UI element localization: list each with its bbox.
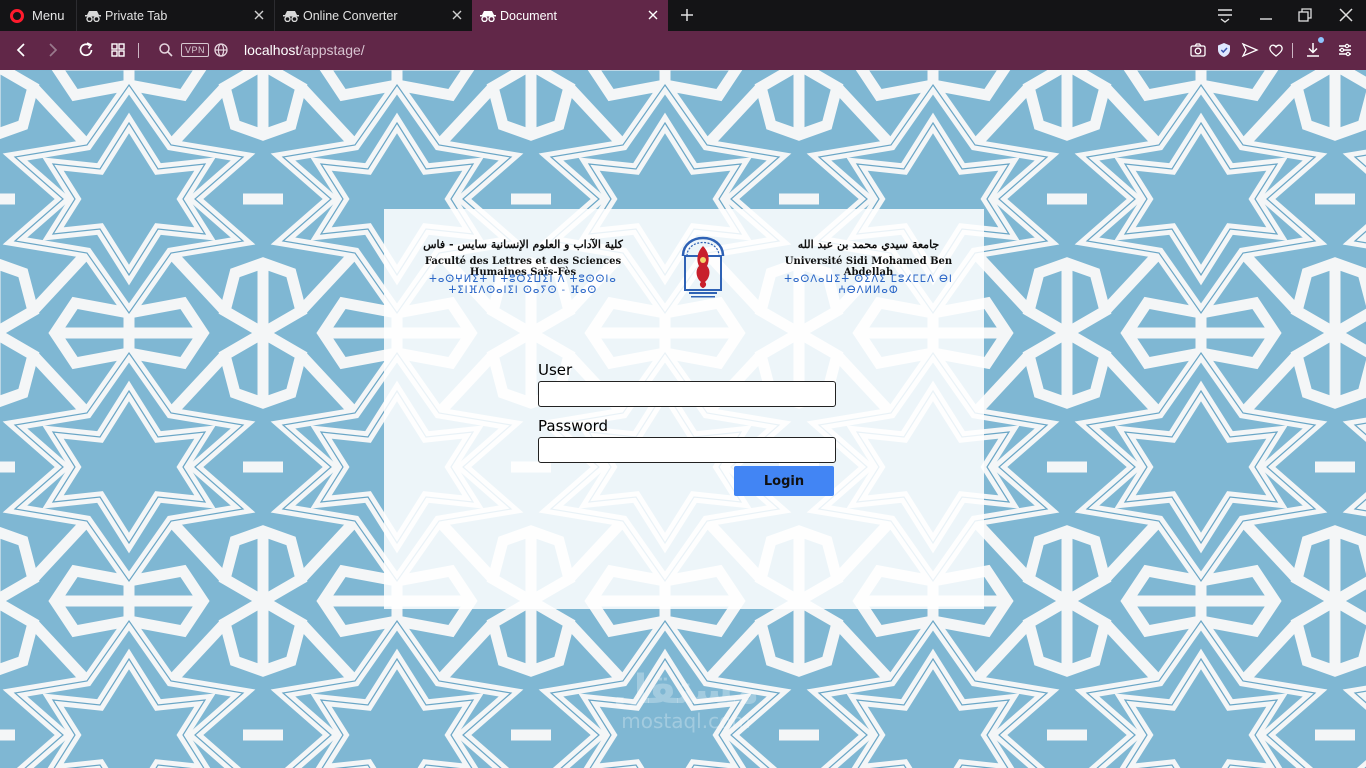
university-name-french: Université Sidi Mohamed Ben Abdellah <box>784 256 953 278</box>
search-icon[interactable] <box>156 40 176 60</box>
globe-icon[interactable] <box>211 40 231 60</box>
university-logo <box>681 236 725 298</box>
address-bar: VPN localhost/appstage/ <box>0 31 1366 70</box>
password-label: Password <box>538 417 609 435</box>
tab-bar: Menu Private Tab Online Converter Docume… <box>0 0 1366 31</box>
easy-setup-icon[interactable] <box>1335 40 1355 60</box>
tab-title: Document <box>500 8 557 23</box>
reload-icon[interactable] <box>76 40 96 60</box>
toolbar-separator <box>1292 43 1293 58</box>
minimize-icon[interactable] <box>1255 5 1277 25</box>
close-icon[interactable] <box>252 8 266 22</box>
page-viewport: كلية الآداب و العلوم الإنسانية سايس - فا… <box>0 70 1366 768</box>
faculty-name-tifinagh: ⵜⴰⵙⵖⵍⵉⵜ ⵏ ⵜⵓⵔⵉⵡⵉⵏ ⴷ ⵜⵓⵙⵙⵏⴰ ⵜⵉⵏⴼⴷⵙⴰⵏⵉⵏ ⵙⴰ… <box>429 274 617 296</box>
user-input[interactable] <box>538 381 836 407</box>
university-name-arabic: جامعة سيدي محمد بن عبد الله <box>797 238 940 251</box>
tab-online-converter[interactable]: Online Converter <box>274 0 472 31</box>
restore-icon[interactable] <box>1294 5 1316 25</box>
watermark: مستقل mostaql.com <box>596 670 776 732</box>
watermark-arabic: مستقل <box>612 667 760 713</box>
ad-blocker-icon <box>480 10 496 22</box>
faculty-name-arabic: كلية الآداب و العلوم الإنسانية سايس - فا… <box>423 238 623 251</box>
tab-private[interactable]: Private Tab <box>76 0 274 31</box>
login-form: User Password Login <box>538 361 836 496</box>
opera-menu-button[interactable]: Menu <box>0 0 76 31</box>
new-tab-icon[interactable] <box>676 4 698 26</box>
send-icon[interactable] <box>1240 40 1260 60</box>
login-button[interactable]: Login <box>734 466 834 496</box>
close-icon[interactable] <box>450 8 464 22</box>
ad-blocker-icon <box>283 10 299 22</box>
menu-label: Menu <box>32 8 65 23</box>
tab-title: Private Tab <box>105 8 168 23</box>
url-field[interactable]: localhost/appstage/ <box>244 42 365 58</box>
forward-icon[interactable] <box>43 40 63 60</box>
tab-document[interactable]: Document <box>472 0 668 31</box>
toolbar-separator <box>138 43 139 58</box>
university-name-tifinagh: ⵜⴰⵙⴷⴰⵡⵉⵜ ⵙⵉⴷⵉ ⵎⵓⵃⵎⵎⴷ ⴱⵏ ⵄⴱⴷⵍⵍⴰⵀ <box>784 274 953 296</box>
ad-blocker-icon <box>85 10 101 22</box>
url-host: localhost <box>244 42 300 58</box>
vpn-badge[interactable]: VPN <box>181 43 210 57</box>
url-path: /appstage/ <box>299 42 365 58</box>
university-header: جامعة سيدي محمد بن عبد الله Université S… <box>781 238 956 296</box>
login-card: كلية الآداب و العلوم الإنسانية سايس - فا… <box>384 209 984 609</box>
password-input[interactable] <box>538 437 836 463</box>
download-icon[interactable] <box>1303 40 1323 60</box>
close-icon[interactable] <box>646 8 660 22</box>
close-window-icon[interactable] <box>1335 5 1357 25</box>
tab-title: Online Converter <box>303 8 398 23</box>
download-indicator <box>1318 37 1324 43</box>
heart-icon[interactable] <box>1266 40 1286 60</box>
watermark-latin: mostaql.com <box>621 709 751 733</box>
opera-logo-icon <box>10 8 24 23</box>
user-label: User <box>538 361 573 379</box>
tab-menu-icon[interactable] <box>1214 5 1236 25</box>
faculty-header: كلية الآداب و العلوم الإنسانية سايس - فا… <box>398 238 648 296</box>
speed-dial-icon[interactable] <box>108 40 128 60</box>
shield-icon[interactable] <box>1214 40 1234 60</box>
back-icon[interactable] <box>11 40 31 60</box>
camera-icon[interactable] <box>1188 40 1208 60</box>
faculty-name-french: Faculté des Lettres et des Sciences Huma… <box>424 256 622 278</box>
